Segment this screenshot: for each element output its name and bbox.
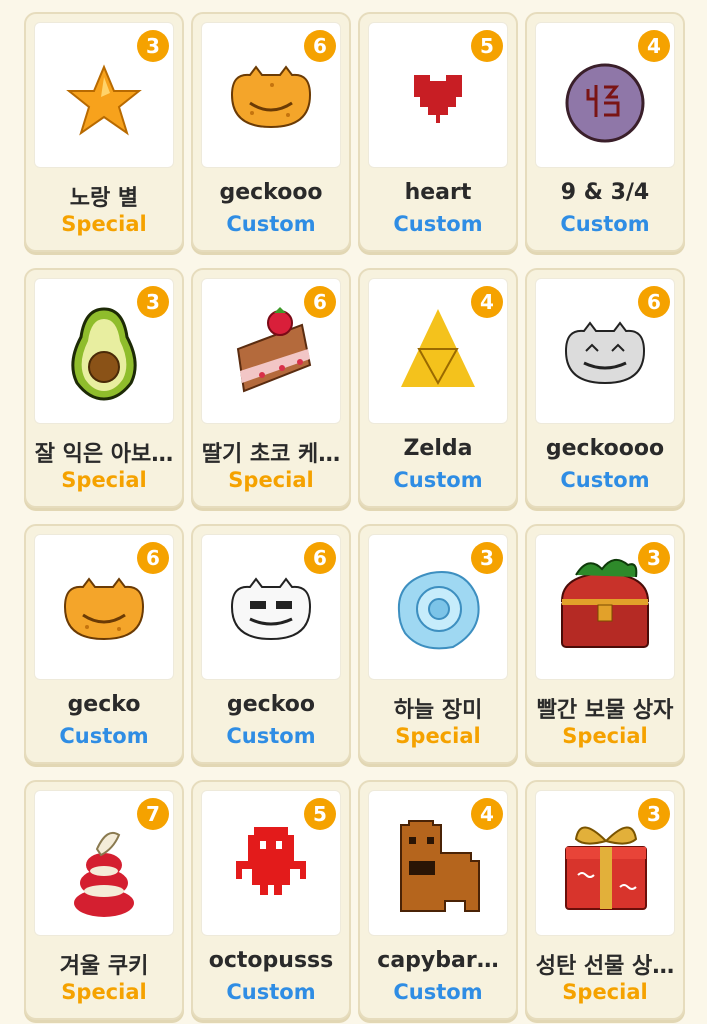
quantity-badge: 3 xyxy=(137,286,169,318)
sticker-card[interactable]: 4 9 & 3/4 Custom xyxy=(525,12,685,252)
sticker-card[interactable]: 3 잘 익은 아보… Special xyxy=(24,268,184,508)
sticker-card[interactable]: 4 capybar… Custom xyxy=(358,780,518,1020)
sticker-name: 성탄 선물 상… xyxy=(535,954,675,979)
sticker-name: heart xyxy=(404,180,472,205)
quantity-badge: 4 xyxy=(471,286,503,318)
sticker-type: Special xyxy=(562,980,648,1004)
sticker-card[interactable]: 7 겨울 쿠키 Special xyxy=(24,780,184,1020)
sticker-card[interactable]: 3 빨간 보물 상자 Special xyxy=(525,524,685,764)
sticker-card[interactable]: 6 geckoo Custom xyxy=(191,524,351,764)
sticker-type: Special xyxy=(61,980,147,1004)
sticker-type: Custom xyxy=(560,212,650,236)
sticker-card[interactable]: 6 geckoooo Custom xyxy=(525,268,685,508)
sticker-name: geckoooo xyxy=(545,436,665,461)
sticker-card[interactable]: 5 heart Custom xyxy=(358,12,518,252)
sticker-type: Custom xyxy=(59,724,149,748)
sticker-name: 겨울 쿠키 xyxy=(59,954,149,979)
quantity-badge: 4 xyxy=(471,798,503,830)
quantity-badge: 6 xyxy=(137,542,169,574)
sticker-name: 딸기 초코 케… xyxy=(201,442,341,467)
sticker-card[interactable]: 3 노랑 별 Special xyxy=(24,12,184,252)
quantity-badge: 7 xyxy=(137,798,169,830)
sticker-card[interactable]: 6 딸기 초코 케… Special xyxy=(191,268,351,508)
quantity-badge: 3 xyxy=(471,542,503,574)
quantity-badge: 4 xyxy=(638,30,670,62)
sticker-name: gecko xyxy=(67,692,141,717)
sticker-type: Custom xyxy=(560,468,650,492)
sticker-type: Custom xyxy=(226,724,316,748)
sticker-card[interactable]: 3 성탄 선물 상… Special xyxy=(525,780,685,1020)
sticker-type: Special xyxy=(562,724,648,748)
sticker-card[interactable]: 6 gecko Custom xyxy=(24,524,184,764)
quantity-badge: 5 xyxy=(471,30,503,62)
quantity-badge: 6 xyxy=(304,30,336,62)
sticker-card[interactable]: 5 octopusss Custom xyxy=(191,780,351,1020)
quantity-badge: 3 xyxy=(638,542,670,574)
sticker-name: 9 & 3/4 xyxy=(560,180,650,205)
sticker-type: Special xyxy=(61,212,147,236)
sticker-name: geckooo xyxy=(219,180,323,205)
sticker-type: Custom xyxy=(393,212,483,236)
sticker-name: 하늘 장미 xyxy=(393,698,483,723)
sticker-name: geckoo xyxy=(227,692,315,717)
sticker-grid: 3 노랑 별 Special 6 geckooo Custom 5 heart … xyxy=(0,0,707,1024)
quantity-badge: 6 xyxy=(304,286,336,318)
sticker-type: Special xyxy=(395,724,481,748)
sticker-card[interactable]: 4 Zelda Custom xyxy=(358,268,518,508)
sticker-name: 노랑 별 xyxy=(69,186,139,211)
sticker-type: Special xyxy=(61,468,147,492)
sticker-card[interactable]: 6 geckooo Custom xyxy=(191,12,351,252)
sticker-name: 잘 익은 아보… xyxy=(34,442,174,467)
sticker-card[interactable]: 3 하늘 장미 Special xyxy=(358,524,518,764)
quantity-badge: 5 xyxy=(304,798,336,830)
sticker-type: Custom xyxy=(226,980,316,1004)
quantity-badge: 3 xyxy=(638,798,670,830)
sticker-type: Custom xyxy=(226,212,316,236)
sticker-name: Zelda xyxy=(403,436,473,461)
quantity-badge: 6 xyxy=(304,542,336,574)
quantity-badge: 6 xyxy=(638,286,670,318)
sticker-type: Custom xyxy=(393,980,483,1004)
sticker-name: 빨간 보물 상자 xyxy=(536,698,674,723)
quantity-badge: 3 xyxy=(137,30,169,62)
sticker-type: Custom xyxy=(393,468,483,492)
sticker-type: Special xyxy=(228,468,314,492)
sticker-name: octopusss xyxy=(208,948,334,973)
sticker-name: capybar… xyxy=(377,948,499,973)
